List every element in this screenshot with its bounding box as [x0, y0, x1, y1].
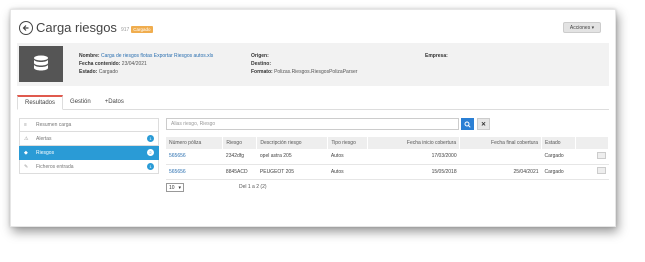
cell-riesgo: 2342dfg [222, 149, 257, 165]
count-badge: 1 [147, 135, 154, 142]
cell-tipo: Autos [327, 149, 368, 165]
table-row: 565656 8845ACD PEUGEOT 205 Autos 15/05/2… [166, 164, 609, 180]
nombre-value[interactable]: Carga de riesgos flotas Exportar Riesgos… [101, 53, 213, 59]
app-window: Carga riesgos 917 Cargado Acciones ▾ Nom… [10, 9, 616, 227]
sidebar-item-label: Resumen carga [36, 122, 72, 128]
cell-descripcion: opel astra 205 [256, 149, 328, 165]
page-title: Carga riesgos [36, 20, 117, 35]
table-header-row: Número póliza Riesgo Descripción riesgo … [166, 137, 610, 149]
cell-descripcion: PEUGEOT 205 [256, 164, 328, 180]
origen-label: Origen: [251, 53, 269, 59]
page-header: Carga riesgos 917 Cargado [19, 20, 153, 35]
page-size-value: 10 [168, 184, 175, 191]
status-badge: Cargado [131, 26, 153, 33]
database-icon [19, 46, 63, 82]
info-col-2: Origen: Destino: Formato: Polizas.Riesgo… [251, 52, 357, 76]
tab-bar: Resultados Gestión +Datos [17, 95, 609, 110]
search-input[interactable]: Alias riesgo, Riesgo [166, 118, 459, 130]
nombre-label: Nombre: [79, 53, 100, 59]
sidebar-item-label: Riesgos [36, 149, 55, 156]
estado-label: Estado: [79, 69, 98, 75]
page-size-select[interactable]: 10 ▾ [166, 183, 184, 192]
open-external-icon[interactable] [596, 167, 606, 174]
cell-actions [575, 164, 609, 180]
cell-numero-poliza[interactable]: 565656 [166, 149, 223, 165]
sidebar-item-alertas[interactable]: ⚠ Alertas 1 [19, 132, 159, 146]
col-descripcion[interactable]: Descripción riesgo [256, 137, 329, 149]
sidebar-item-riesgos[interactable]: ◆ Riesgos 2 [19, 146, 159, 160]
formato-value: Polizas.Riesgos.RiesgosPolizaParser [274, 69, 358, 75]
col-fecha-final[interactable]: Fecha final cobertura [459, 137, 543, 149]
col-fecha-inicio[interactable]: Fecha inicio cobertura [367, 137, 461, 149]
cell-fecha-final: 25/04/2021 [459, 164, 542, 180]
sidebar-item-ficheros[interactable]: ✎ Ficheros entrada 1 [19, 160, 159, 174]
col-tipo[interactable]: Tipo riesgo [327, 137, 369, 149]
count-badge: 1 [147, 163, 154, 170]
sidebar: ≡ Resumen carga ⚠ Alertas 1 ◆ Riesgos 2 … [19, 118, 159, 174]
col-actions [575, 137, 610, 149]
col-riesgo[interactable]: Riesgo [222, 137, 258, 149]
info-col-1: Nombre: Carga de riesgos flotas Exportar… [79, 52, 213, 76]
record-id: 917 [120, 27, 130, 33]
tab-mas-datos[interactable]: +Datos [98, 95, 131, 109]
tab-resultados[interactable]: Resultados [17, 95, 64, 110]
cell-numero-poliza[interactable]: 565656 [166, 164, 223, 180]
estado-value: Cargado [98, 69, 118, 75]
tag-icon: ◆ [24, 149, 28, 156]
cell-fecha-inicio: 15/05/2018 [367, 164, 460, 180]
sidebar-item-label: Ficheros entrada [36, 163, 74, 170]
empresa-label: Empresa: [425, 53, 448, 59]
info-panel: Nombre: Carga de riesgos flotas Exportar… [17, 43, 609, 86]
cell-estado: Cargado [541, 164, 576, 180]
cell-fecha-final [459, 149, 542, 165]
cell-tipo: Autos [327, 164, 368, 180]
open-external-icon[interactable] [596, 151, 606, 159]
file-icon: ✎ [24, 163, 29, 170]
back-arrow-icon[interactable] [19, 20, 33, 35]
chevron-down-icon: ▾ [178, 184, 181, 191]
fecha-value: 23/04/2021 [121, 61, 147, 67]
count-badge: 2 [147, 149, 154, 156]
pagination-info: Del 1 a 2 (2) [239, 184, 267, 190]
destino-label: Destino: [251, 61, 271, 67]
cell-fecha-inicio: 17/03/2000 [367, 149, 460, 165]
actions-button[interactable]: Acciones ▾ [563, 22, 601, 33]
cell-actions [575, 149, 609, 165]
sidebar-item-resumen[interactable]: ≡ Resumen carga [19, 118, 159, 132]
col-numero-poliza[interactable]: Número póliza [166, 137, 224, 149]
info-col-3: Empresa: [425, 52, 448, 60]
warning-icon: ⚠ [24, 135, 29, 142]
close-icon: ✕ [480, 121, 487, 128]
tab-gestion[interactable]: Gestión [63, 95, 98, 109]
table-row: 565656 2342dfg opel astra 205 Autos 17/0… [166, 149, 609, 165]
search-button[interactable] [461, 118, 474, 130]
fecha-label: Fecha contenido: [79, 61, 121, 67]
formato-label: Formato: [251, 69, 273, 75]
search-icon [464, 121, 471, 128]
list-icon: ≡ [24, 122, 27, 128]
cell-riesgo: 8845ACD [222, 164, 257, 180]
clear-search-button[interactable]: ✕ [477, 118, 490, 130]
riesgos-table: Número póliza Riesgo Descripción riesgo … [166, 137, 610, 180]
cell-estado: Cargado [541, 149, 576, 165]
sidebar-item-label: Alertas [36, 135, 52, 142]
col-estado[interactable]: Estado [541, 137, 576, 149]
